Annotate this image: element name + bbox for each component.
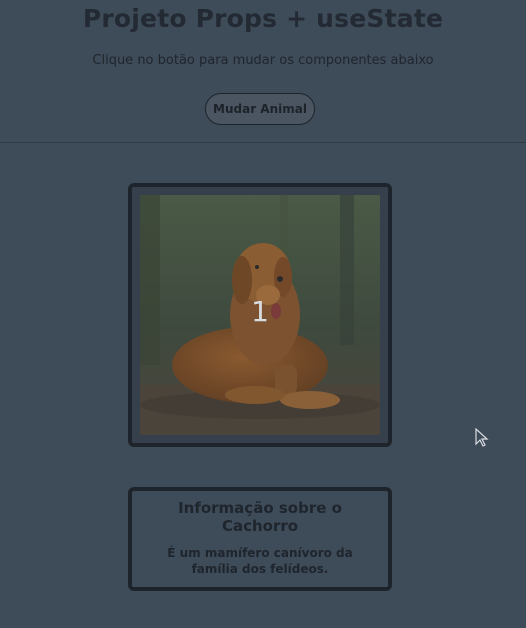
animal-image-card: 1: [128, 183, 392, 447]
page-title: Projeto Props + useState: [82, 4, 444, 33]
counter-number: 1: [251, 295, 269, 328]
mouse-cursor-icon: [475, 428, 489, 447]
change-animal-button[interactable]: Mudar Animal: [205, 93, 315, 125]
info-text: É um mamífero canívoro da família dos fe…: [167, 546, 353, 576]
animal-info-card: Informação sobre o Cachorro É um mamífer…: [128, 487, 392, 591]
page-subtitle: Clique no botão para mudar os componente…: [92, 53, 434, 68]
info-title: Informação sobre o Cachorro: [178, 499, 342, 535]
page-header: Projeto Props + useState Clique no botão…: [0, 0, 526, 143]
animal-photo: 1: [140, 195, 380, 435]
